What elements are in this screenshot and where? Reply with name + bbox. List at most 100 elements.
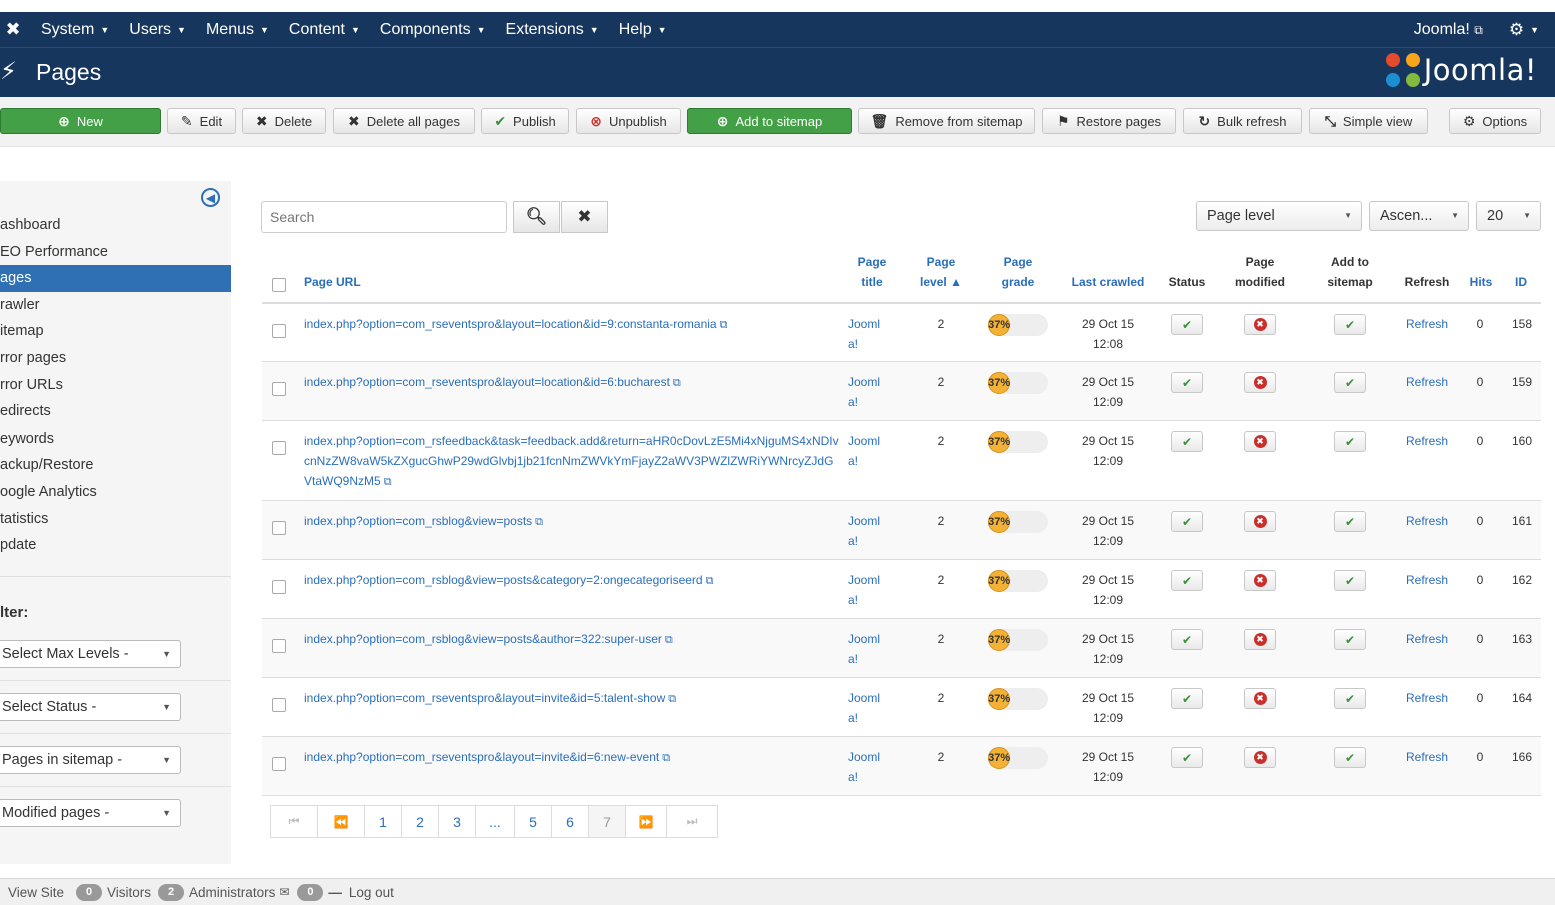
status-toggle-button[interactable]: ✔ — [1171, 372, 1203, 393]
row-checkbox[interactable] — [272, 580, 286, 594]
row-checkbox[interactable] — [272, 382, 286, 396]
page-title-link[interactable]: Jooml a! — [848, 314, 892, 354]
page-modified-toggle-button[interactable]: ✖ — [1244, 431, 1276, 452]
external-link-icon[interactable]: ⧉ — [662, 752, 670, 764]
status-toggle-button[interactable]: ✔ — [1171, 570, 1203, 591]
page-3-button[interactable]: 3 — [438, 805, 476, 838]
external-link-icon[interactable]: ⧉ — [720, 319, 728, 331]
sidebar-item-sitemap[interactable]: itemap — [0, 318, 231, 345]
new-button[interactable]: ⊕ New — [0, 108, 161, 134]
header-page-level[interactable]: Page level ▲ — [912, 252, 970, 292]
refresh-link[interactable]: Refresh — [1398, 511, 1456, 531]
header-last-crawled[interactable]: Last crawled — [1062, 272, 1154, 292]
row-checkbox[interactable] — [272, 521, 286, 535]
row-checkbox[interactable] — [272, 757, 286, 771]
header-hits[interactable]: Hits — [1465, 272, 1497, 292]
page-5-button[interactable]: 5 — [514, 805, 552, 838]
add-to-sitemap-toggle-button[interactable]: ✔ — [1334, 747, 1366, 768]
restore-pages-button[interactable]: ⚑ Restore pages — [1042, 108, 1176, 134]
menu-components[interactable]: Components ▼ — [380, 21, 486, 39]
limit-select[interactable]: 20 ▼ — [1476, 201, 1541, 231]
order-by-select[interactable]: Page level ▼ — [1196, 201, 1362, 231]
header-page-title[interactable]: Page title — [848, 252, 896, 292]
page-url-link[interactable]: index.php?option=com_rseventspro&layout=… — [304, 747, 839, 768]
menu-menus[interactable]: Menus ▼ — [206, 21, 269, 39]
page-title-link[interactable]: Jooml a! — [848, 629, 892, 669]
prev-page-button[interactable]: ⏪ — [317, 805, 365, 838]
sidebar-item-pages[interactable]: ages — [0, 265, 231, 292]
page-modified-toggle-button[interactable]: ✖ — [1244, 688, 1276, 709]
logout-link[interactable]: Log out — [349, 885, 394, 900]
page-modified-toggle-button[interactable]: ✖ — [1244, 314, 1276, 335]
collapse-sidebar-icon[interactable]: ◀ — [201, 188, 220, 207]
delete-button[interactable]: ✖ Delete — [242, 108, 326, 134]
status-toggle-button[interactable]: ✔ — [1171, 629, 1203, 650]
pages-in-sitemap-select[interactable]: Pages in sitemap - ▼ — [0, 746, 181, 774]
add-to-sitemap-toggle-button[interactable]: ✔ — [1334, 511, 1366, 532]
page-6-button[interactable]: 6 — [551, 805, 589, 838]
sidebar-item-error-pages[interactable]: rror pages — [0, 345, 231, 372]
sidebar-item-keywords[interactable]: eywords — [0, 426, 231, 453]
sidebar-item-google-analytics[interactable]: oogle Analytics — [0, 479, 231, 506]
site-link[interactable]: Joomla! ⧉ — [1414, 21, 1483, 39]
refresh-link[interactable]: Refresh — [1398, 314, 1456, 334]
page-title-link[interactable]: Jooml a! — [848, 511, 892, 551]
page-2-button[interactable]: 2 — [401, 805, 439, 838]
menu-help[interactable]: Help ▼ — [619, 21, 667, 39]
page-modified-toggle-button[interactable]: ✖ — [1244, 372, 1276, 393]
page-url-link[interactable]: index.php?option=com_rsblog&view=posts ⧉ — [304, 511, 839, 532]
settings-menu[interactable]: ⚙ ▼ — [1509, 20, 1539, 40]
row-checkbox[interactable] — [272, 441, 286, 455]
bulk-refresh-button[interactable]: ↻ Bulk refresh — [1183, 108, 1302, 134]
publish-button[interactable]: ✔ Publish — [481, 108, 569, 134]
sidebar-item-dashboard[interactable]: ashboard — [0, 212, 231, 239]
add-to-sitemap-button[interactable]: ⊕ Add to sitemap — [687, 108, 852, 134]
page-url-link[interactable]: index.php?option=com_rseventspro&layout=… — [304, 688, 839, 709]
page-title-link[interactable]: Jooml a! — [848, 372, 892, 412]
joomla-menu-icon[interactable]: ✖ — [0, 19, 26, 40]
status-toggle-button[interactable]: ✔ — [1171, 747, 1203, 768]
menu-extensions[interactable]: Extensions ▼ — [506, 21, 599, 39]
menu-users[interactable]: Users ▼ — [129, 21, 186, 39]
direction-select[interactable]: Ascen... ▼ — [1369, 201, 1469, 231]
add-to-sitemap-toggle-button[interactable]: ✔ — [1334, 314, 1366, 335]
page-url-link[interactable]: index.php?option=com_rseventspro&layout=… — [304, 314, 839, 335]
status-toggle-button[interactable]: ✔ — [1171, 511, 1203, 532]
status-toggle-button[interactable]: ✔ — [1171, 431, 1203, 452]
sidebar-item-backup-restore[interactable]: ackup/Restore — [0, 452, 231, 479]
status-toggle-button[interactable]: ✔ — [1171, 688, 1203, 709]
page-title-link[interactable]: Jooml a! — [848, 431, 892, 471]
refresh-link[interactable]: Refresh — [1398, 372, 1456, 392]
select-all-checkbox[interactable] — [272, 278, 286, 292]
row-checkbox[interactable] — [272, 324, 286, 338]
status-select[interactable]: Select Status - ▼ — [0, 693, 181, 721]
add-to-sitemap-toggle-button[interactable]: ✔ — [1334, 372, 1366, 393]
sidebar-item-statistics[interactable]: tatistics — [0, 506, 231, 533]
page-title-link[interactable]: Jooml a! — [848, 570, 892, 610]
sidebar-item-crawler[interactable]: rawler — [0, 292, 231, 319]
clear-search-button[interactable]: ✖ — [561, 201, 608, 233]
refresh-link[interactable]: Refresh — [1398, 570, 1456, 590]
add-to-sitemap-toggle-button[interactable]: ✔ — [1334, 629, 1366, 650]
next-page-button[interactable]: ⏩ — [625, 805, 667, 838]
refresh-link[interactable]: Refresh — [1398, 688, 1456, 708]
page-title-link[interactable]: Jooml a! — [848, 688, 892, 728]
refresh-link[interactable]: Refresh — [1398, 431, 1456, 451]
first-page-button[interactable]: ⏮ — [270, 805, 318, 838]
external-link-icon[interactable]: ⧉ — [665, 634, 673, 646]
remove-from-sitemap-button[interactable]: 🗑 Remove from sitemap — [858, 108, 1035, 134]
sidebar-item-error-urls[interactable]: rror URLs — [0, 372, 231, 399]
add-to-sitemap-toggle-button[interactable]: ✔ — [1334, 570, 1366, 591]
refresh-link[interactable]: Refresh — [1398, 747, 1456, 767]
page-url-link[interactable]: index.php?option=com_rsfeedback&task=fee… — [304, 431, 839, 492]
page-url-link[interactable]: index.php?option=com_rsblog&view=posts&a… — [304, 629, 839, 650]
options-button[interactable]: ⚙ Options — [1449, 108, 1541, 134]
search-input[interactable] — [261, 201, 507, 233]
row-checkbox[interactable] — [272, 639, 286, 653]
external-link-icon[interactable]: ⧉ — [706, 575, 714, 587]
modified-pages-select[interactable]: Modified pages - ▼ — [0, 799, 181, 827]
sidebar-item-update[interactable]: pdate — [0, 532, 231, 559]
status-toggle-button[interactable]: ✔ — [1171, 314, 1203, 335]
page-1-button[interactable]: 1 — [364, 805, 402, 838]
unpublish-button[interactable]: ⊗ Unpublish — [576, 108, 681, 134]
